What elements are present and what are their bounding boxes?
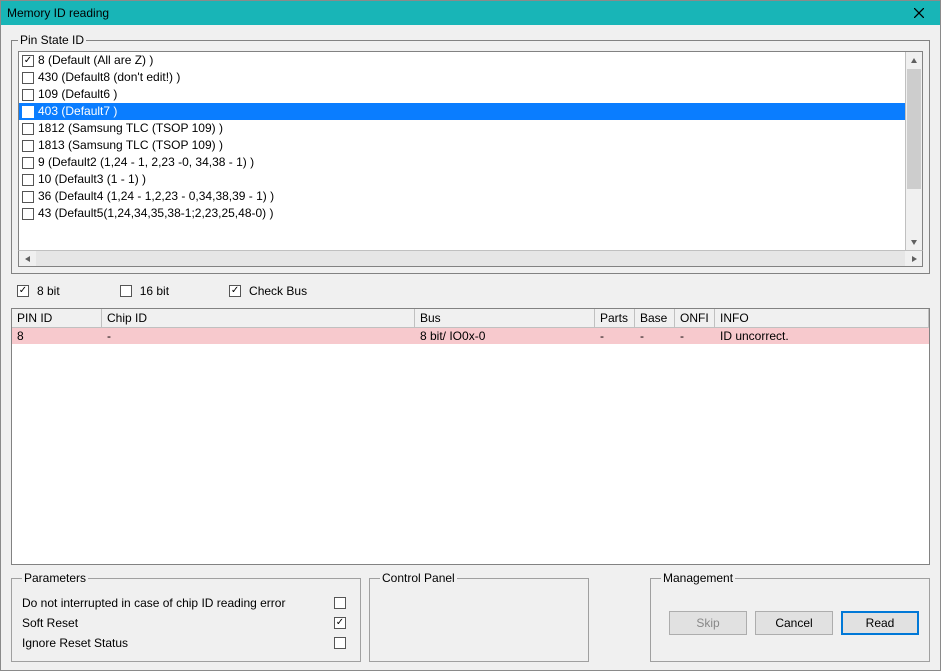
col-bus[interactable]: Bus bbox=[415, 309, 595, 327]
titlebar: Memory ID reading bbox=[1, 1, 940, 25]
cell: - bbox=[595, 328, 635, 344]
param-soft-reset-label: Soft Reset bbox=[22, 616, 334, 630]
close-button[interactable] bbox=[904, 3, 934, 23]
param-ignore-reset-label: Ignore Reset Status bbox=[22, 636, 334, 650]
results-table: PIN ID Chip ID Bus Parts Base ONFI INFO … bbox=[11, 308, 930, 565]
bottom-panel: Parameters Do not interrupted in case of… bbox=[11, 571, 930, 662]
checkbox-icon bbox=[17, 285, 29, 297]
window-title: Memory ID reading bbox=[7, 6, 904, 20]
col-base[interactable]: Base bbox=[635, 309, 675, 327]
cell: 8 bit/ IO0x-0 bbox=[415, 328, 595, 344]
control-panel-group: Control Panel bbox=[369, 571, 589, 662]
skip-button[interactable]: Skip bbox=[669, 611, 747, 635]
checkbox-icon bbox=[334, 617, 346, 629]
list-item-label: 430 (Default8 (don't edit!) ) bbox=[38, 69, 180, 86]
list-item[interactable]: 403 (Default7 ) bbox=[19, 103, 905, 120]
options-row: 8 bit 16 bit Check Bus bbox=[11, 280, 930, 302]
list-item[interactable]: 1813 (Samsung TLC (TSOP 109) ) bbox=[19, 137, 905, 154]
list-item-label: 9 (Default2 (1,24 - 1, 2,23 -0, 34,38 - … bbox=[38, 154, 254, 171]
list-item-label: 36 (Default4 (1,24 - 1,2,23 - 0,34,38,39… bbox=[38, 188, 274, 205]
list-item[interactable]: 1812 (Samsung TLC (TSOP 109) ) bbox=[19, 120, 905, 137]
list-item[interactable]: 9 (Default2 (1,24 - 1, 2,23 -0, 34,38 - … bbox=[19, 154, 905, 171]
cell: - bbox=[102, 328, 415, 344]
parameters-legend: Parameters bbox=[22, 571, 88, 585]
hscroll-track[interactable] bbox=[36, 251, 905, 266]
pin-state-legend: Pin State ID bbox=[18, 33, 86, 47]
eight-bit-checkbox[interactable]: 8 bit bbox=[17, 284, 60, 298]
list-item-label: 8 (Default (All are Z) ) bbox=[38, 52, 153, 69]
eight-bit-label: 8 bit bbox=[37, 284, 60, 298]
col-onfi[interactable]: ONFI bbox=[675, 309, 715, 327]
scroll-up-icon[interactable] bbox=[906, 52, 922, 69]
list-item[interactable]: 8 (Default (All are Z) ) bbox=[19, 52, 905, 69]
list-item[interactable]: 10 (Default3 (1 - 1) ) bbox=[19, 171, 905, 188]
list-item-label: 43 (Default5(1,24,34,35,38-1;2,23,25,48-… bbox=[38, 205, 274, 222]
management-legend: Management bbox=[661, 571, 735, 585]
checkbox-icon bbox=[334, 597, 346, 609]
vertical-scrollbar[interactable] bbox=[905, 52, 922, 250]
sixteen-bit-checkbox[interactable]: 16 bit bbox=[120, 284, 169, 298]
list-item[interactable]: 36 (Default4 (1,24 - 1,2,23 - 0,34,38,39… bbox=[19, 188, 905, 205]
cell: - bbox=[635, 328, 675, 344]
list-item-label: 10 (Default3 (1 - 1) ) bbox=[38, 171, 146, 188]
list-item-label: 403 (Default7 ) bbox=[38, 103, 117, 120]
scroll-down-icon[interactable] bbox=[906, 233, 922, 250]
list-item-label: 1813 (Samsung TLC (TSOP 109) ) bbox=[38, 137, 223, 154]
pin-state-list[interactable]: 8 (Default (All are Z) )430 (Default8 (d… bbox=[19, 52, 905, 250]
checkbox-icon bbox=[22, 123, 34, 135]
read-button[interactable]: Read bbox=[841, 611, 919, 635]
checkbox-icon bbox=[22, 140, 34, 152]
checkbox-icon bbox=[22, 157, 34, 169]
param-dont-interrupt-label: Do not interrupted in case of chip ID re… bbox=[22, 596, 334, 610]
management-group: Management Skip Cancel Read bbox=[650, 571, 930, 662]
col-info[interactable]: INFO bbox=[715, 309, 929, 327]
col-chip-id[interactable]: Chip ID bbox=[102, 309, 415, 327]
window: Memory ID reading Pin State ID 8 (Defaul… bbox=[0, 0, 941, 671]
list-item[interactable]: 109 (Default6 ) bbox=[19, 86, 905, 103]
list-item[interactable]: 430 (Default8 (don't edit!) ) bbox=[19, 69, 905, 86]
content: Pin State ID 8 (Default (All are Z) )430… bbox=[1, 25, 940, 670]
param-ignore-reset[interactable]: Ignore Reset Status bbox=[22, 633, 350, 653]
checkbox-icon bbox=[22, 191, 34, 203]
table-header: PIN ID Chip ID Bus Parts Base ONFI INFO bbox=[12, 309, 929, 328]
check-bus-checkbox[interactable]: Check Bus bbox=[229, 284, 307, 298]
list-item[interactable]: 43 (Default5(1,24,34,35,38-1;2,23,25,48-… bbox=[19, 205, 905, 222]
spacer bbox=[597, 571, 642, 662]
checkbox-icon bbox=[22, 106, 34, 118]
close-icon bbox=[914, 8, 924, 18]
cell: 8 bbox=[12, 328, 102, 344]
table-row[interactable]: 8-8 bit/ IO0x-0---ID uncorrect. bbox=[12, 328, 929, 344]
param-dont-interrupt[interactable]: Do not interrupted in case of chip ID re… bbox=[22, 593, 350, 613]
checkbox-icon bbox=[22, 208, 34, 220]
cancel-button[interactable]: Cancel bbox=[755, 611, 833, 635]
check-bus-label: Check Bus bbox=[249, 284, 307, 298]
cell: ID uncorrect. bbox=[715, 328, 929, 344]
pin-state-list-wrap: 8 (Default (All are Z) )430 (Default8 (d… bbox=[18, 51, 923, 251]
sixteen-bit-label: 16 bit bbox=[140, 284, 169, 298]
table-body: 8-8 bit/ IO0x-0---ID uncorrect. bbox=[12, 328, 929, 564]
scroll-left-icon[interactable] bbox=[19, 251, 36, 266]
parameters-group: Parameters Do not interrupted in case of… bbox=[11, 571, 361, 662]
checkbox-icon bbox=[229, 285, 241, 297]
checkbox-icon bbox=[22, 89, 34, 101]
scroll-right-icon[interactable] bbox=[905, 251, 922, 266]
checkbox-icon bbox=[120, 285, 132, 297]
cell: - bbox=[675, 328, 715, 344]
param-soft-reset[interactable]: Soft Reset bbox=[22, 613, 350, 633]
checkbox-icon bbox=[334, 637, 346, 649]
scroll-thumb[interactable] bbox=[907, 69, 921, 189]
col-pin-id[interactable]: PIN ID bbox=[12, 309, 102, 327]
list-item-label: 109 (Default6 ) bbox=[38, 86, 117, 103]
horizontal-scrollbar[interactable] bbox=[18, 250, 923, 267]
col-parts[interactable]: Parts bbox=[595, 309, 635, 327]
checkbox-icon bbox=[22, 72, 34, 84]
pin-state-group: Pin State ID 8 (Default (All are Z) )430… bbox=[11, 33, 930, 274]
list-item-label: 1812 (Samsung TLC (TSOP 109) ) bbox=[38, 120, 223, 137]
checkbox-icon bbox=[22, 55, 34, 67]
control-panel-legend: Control Panel bbox=[380, 571, 457, 585]
checkbox-icon bbox=[22, 174, 34, 186]
